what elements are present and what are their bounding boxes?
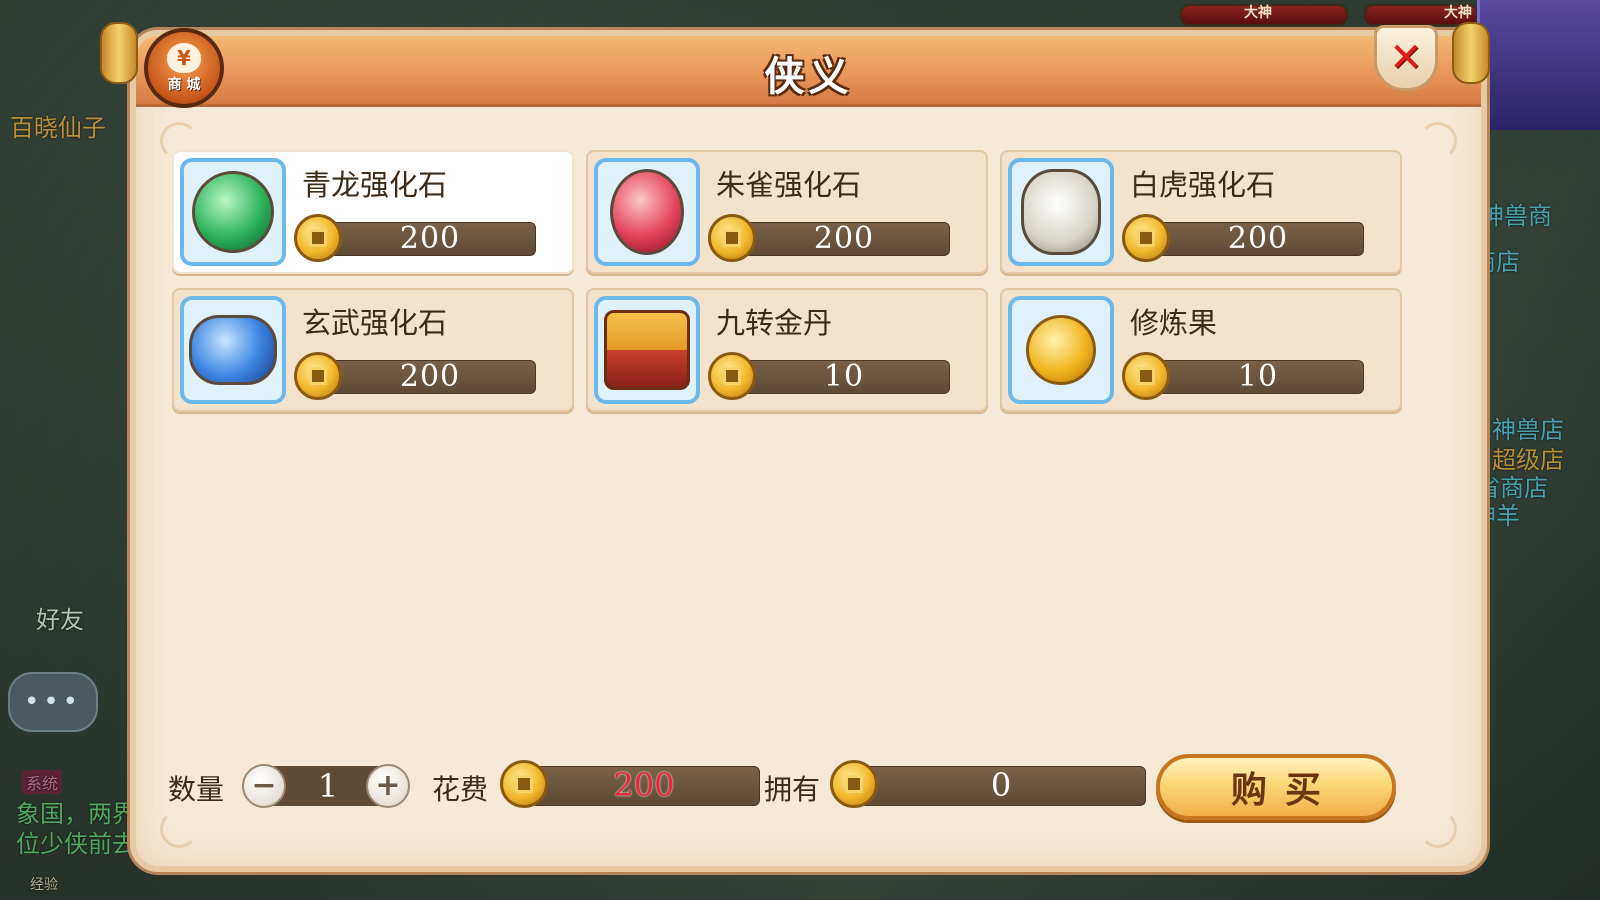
item-price: 10 <box>823 359 865 394</box>
plus-button[interactable]: + <box>366 764 410 808</box>
item-name: 九转金丹 <box>716 306 833 340</box>
item-price: 200 <box>399 221 461 256</box>
shop-panel: 侠义 青龙强化石 200 朱雀强化石 200 白虎强化石 200 玄武强化石 2… <box>130 30 1487 872</box>
item-icon-frame <box>594 296 700 404</box>
shop-item[interactable]: 修炼果 10 <box>1000 288 1402 412</box>
buy-button[interactable]: 购买 <box>1156 754 1396 820</box>
shop-item[interactable]: 九转金丹 10 <box>586 288 988 412</box>
close-icon: ✕ <box>1389 35 1423 81</box>
friends-label[interactable]: 好友 <box>36 600 84 635</box>
cost-value: 200 <box>613 766 675 804</box>
item-name: 修炼果 <box>1130 306 1218 340</box>
buy-button-label: 购买 <box>1230 769 1339 811</box>
shop-badge-label: 商 城 <box>167 76 201 93</box>
item-name: 青龙强化石 <box>302 168 448 202</box>
exp-label: 经验 <box>30 877 58 893</box>
golden-pill-chest-icon <box>604 310 690 390</box>
coin-icon <box>830 760 878 808</box>
hud-label: 大神 <box>1244 5 1272 21</box>
cultivation-fruit-icon <box>1026 315 1096 385</box>
coin-icon <box>294 214 342 262</box>
owned-value: 0 <box>990 766 1012 804</box>
black-tortoise-stone-icon <box>189 315 277 385</box>
shop-item[interactable]: 朱雀强化石 200 <box>586 150 988 274</box>
money-bag-icon: ¥ <box>167 42 201 73</box>
shop-item[interactable]: 白虎强化石 200 <box>1000 150 1402 274</box>
price-bar: 10 <box>738 360 950 394</box>
coin-icon <box>1122 352 1170 400</box>
coin-icon <box>500 760 548 808</box>
coin-icon <box>708 352 756 400</box>
item-icon-frame <box>180 158 286 266</box>
npc-name-label: 神兽商 <box>1480 202 1552 230</box>
corner-ornament-icon <box>1419 810 1457 848</box>
coin-icon <box>1122 214 1170 262</box>
close-button[interactable]: ✕ <box>1374 25 1438 91</box>
panel-title: 侠义 <box>764 53 853 100</box>
scroll-end-right-icon <box>1452 22 1490 84</box>
corner-ornament-icon <box>1419 122 1457 160</box>
item-price: 200 <box>813 221 875 256</box>
coin-icon <box>708 214 756 262</box>
price-bar: 200 <box>738 222 950 256</box>
shop-item[interactable]: 玄武强化石 200 <box>172 288 574 412</box>
vermilion-bird-stone-icon <box>610 169 684 255</box>
item-price: 10 <box>1237 359 1279 394</box>
item-price: 200 <box>399 359 461 394</box>
price-bar: 200 <box>1152 222 1364 256</box>
hud-label: 大神 <box>1444 5 1472 21</box>
item-price: 200 <box>1227 221 1289 256</box>
shop-badge: ¥ 商 城 <box>144 28 224 108</box>
corner-ornament-icon <box>160 810 198 848</box>
price-bar: 10 <box>1152 360 1364 394</box>
white-tiger-stone-icon <box>1021 169 1101 255</box>
shop-item[interactable]: 青龙强化石 200 <box>172 150 574 274</box>
item-name: 玄武强化石 <box>302 306 448 340</box>
item-icon-frame <box>594 158 700 266</box>
price-bar: 200 <box>324 360 536 394</box>
coin-icon <box>294 352 342 400</box>
item-name: 朱雀强化石 <box>716 168 862 202</box>
chat-bubble-icon[interactable]: ••• <box>8 672 98 732</box>
item-icon-frame <box>1008 158 1114 266</box>
player-avatar[interactable] <box>1477 0 1600 130</box>
scroll-end-left-icon <box>100 22 138 84</box>
system-tag: 系统 <box>22 770 63 794</box>
green-dragon-stone-icon <box>192 171 274 253</box>
title-bar: 侠义 <box>136 36 1481 107</box>
owned-label: 拥有 <box>764 773 821 806</box>
price-bar: 200 <box>324 222 536 256</box>
cost-label: 花费 <box>432 773 489 806</box>
item-icon-frame <box>1008 296 1114 404</box>
npc-name-label: 百晓仙子 <box>10 114 106 142</box>
item-icon-frame <box>180 296 286 404</box>
chat-line: 位少侠前去 <box>16 830 136 858</box>
quantity-label: 数量 <box>168 773 225 806</box>
item-name: 白虎强化石 <box>1130 168 1276 202</box>
minus-button[interactable]: − <box>242 764 286 808</box>
